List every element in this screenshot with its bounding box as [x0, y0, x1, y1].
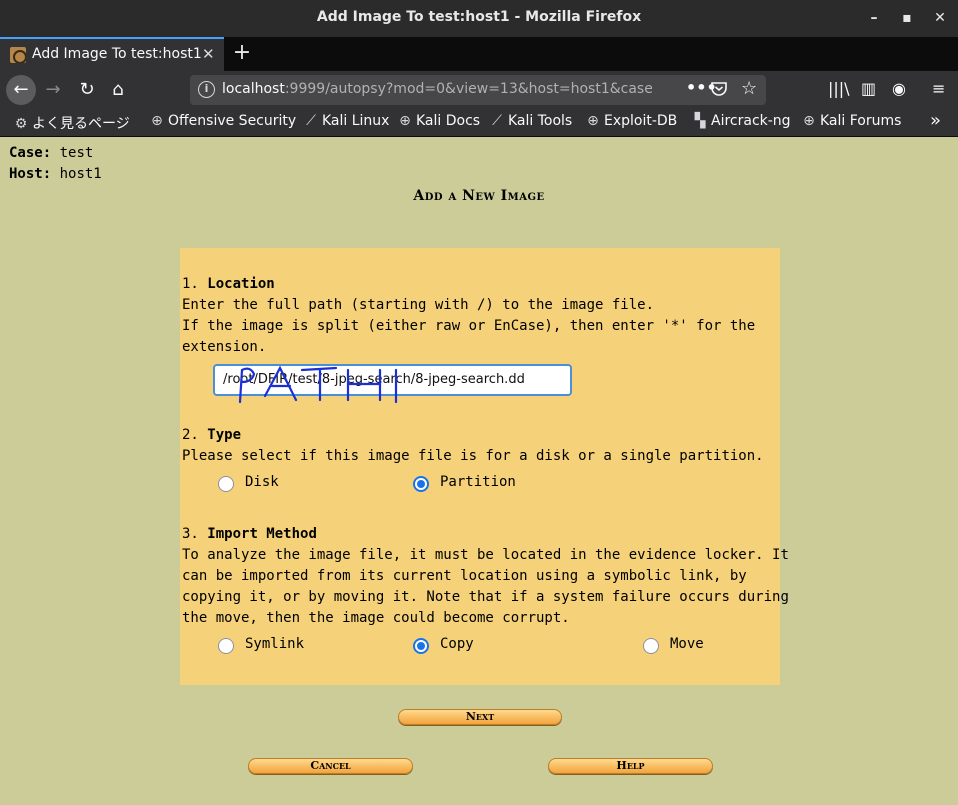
- add-image-form: 1. Location Enter the full path (startin…: [180, 248, 789, 685]
- page-content: Case: test Host: host1 Add a New Image 1…: [0, 137, 958, 805]
- section-number: 1.: [182, 276, 199, 292]
- home-button[interactable]: ⌂: [103, 75, 133, 105]
- url-text[interactable]: localhost:9999/autopsy?mod=0&view=13&hos…: [222, 81, 652, 97]
- type-desc: Please select if this image file is for …: [182, 448, 764, 464]
- bookmarks-overflow-button[interactable]: »: [930, 110, 941, 131]
- bookmark-label: Kali Linux: [322, 113, 390, 129]
- section-title: Location: [207, 276, 275, 292]
- location-desc-2: If the image is split (either raw or EnC…: [182, 318, 756, 334]
- navigation-bar: ← → ↻ ⌂ i localhost:9999/autopsy?mod=0&v…: [0, 71, 958, 108]
- library-icon[interactable]: |||\: [828, 79, 850, 98]
- image-path-input[interactable]: /root/DFIR/test/8-jpeg-search/8-jpeg-sea…: [213, 364, 572, 396]
- bookmark-item[interactable]: ⊕ Kali Docs: [398, 113, 480, 129]
- bookmark-item[interactable]: ⚙ よく見るページ: [14, 113, 130, 133]
- copy-radio[interactable]: [413, 638, 429, 654]
- gear-icon: ⚙: [14, 116, 28, 132]
- cancel-button[interactable]: Cancel: [248, 758, 413, 774]
- partition-radio[interactable]: [413, 476, 429, 492]
- bookmark-label: Kali Tools: [508, 113, 573, 129]
- bookmark-item[interactable]: ⊕ Exploit-DB: [586, 113, 677, 129]
- bookmark-label: Offensive Security: [168, 113, 297, 129]
- close-window-button[interactable]: ✕: [931, 9, 949, 27]
- section-number: 3.: [182, 526, 199, 542]
- url-path: :9999/autopsy?mod=0&view=13&host=host1&c…: [284, 81, 652, 97]
- forward-button[interactable]: →: [38, 75, 68, 105]
- copy-radio-label[interactable]: Copy: [440, 636, 474, 652]
- bookmark-item[interactable]: ⊕ Offensive Security: [150, 113, 296, 129]
- help-button[interactable]: Help: [548, 758, 713, 774]
- section-title: Import Method: [207, 526, 317, 542]
- bookmark-label: よく見るページ: [32, 116, 130, 132]
- import-desc-4: the move, then the image could become co…: [182, 610, 570, 626]
- type-heading: 2. Type: [182, 425, 241, 446]
- globe-icon: ⊕: [151, 113, 163, 129]
- section-title: Type: [207, 427, 242, 443]
- bookmark-label: Exploit-DB: [604, 113, 678, 129]
- pocket-icon[interactable]: [710, 80, 728, 98]
- location-desc-3: extension.: [182, 339, 267, 355]
- partition-radio-label[interactable]: Partition: [440, 474, 516, 490]
- aircrack-icon: ▚: [694, 113, 706, 129]
- minimize-button[interactable]: –: [865, 9, 883, 27]
- disk-radio[interactable]: [218, 476, 234, 492]
- reload-button[interactable]: ↻: [72, 75, 102, 105]
- bookmark-label: Kali Docs: [416, 113, 481, 129]
- symlink-radio[interactable]: [218, 638, 234, 654]
- import-desc-3: copying it, or by moving it. Note that i…: [182, 589, 789, 605]
- sidebar-icon[interactable]: ▥: [861, 79, 876, 98]
- new-tab-button[interactable]: +: [232, 40, 252, 65]
- location-heading: 1. Location: [182, 274, 275, 295]
- location-desc-1: Enter the full path (starting with /) to…: [182, 297, 655, 313]
- window-title: Add Image To test:host1 - Mozilla Firefo…: [316, 9, 642, 25]
- move-radio[interactable]: [643, 638, 659, 654]
- page-title: Add a New Image: [413, 188, 545, 204]
- tab-active[interactable]: Add Image To test:host1 ✕: [0, 37, 224, 71]
- globe-icon: ⊕: [803, 113, 815, 129]
- maximize-button[interactable]: ▪: [898, 9, 916, 27]
- import-heading: 3. Import Method: [182, 524, 317, 545]
- bookmark-item[interactable]: ▚ Aircrack-ng: [693, 113, 791, 129]
- disk-radio-label[interactable]: Disk: [245, 474, 279, 490]
- url-host: localhost: [222, 81, 285, 97]
- host-value: host1: [59, 166, 102, 182]
- case-value: test: [59, 145, 94, 161]
- back-button[interactable]: ←: [6, 75, 36, 105]
- bookmark-label: Aircrack-ng: [711, 113, 791, 129]
- globe-icon: ⊕: [399, 113, 411, 129]
- bookmark-item[interactable]: ⊕ Kali Forums: [802, 113, 901, 129]
- kali-dragon-icon: ⟋: [306, 113, 316, 129]
- tab-label: Add Image To test:host1: [32, 46, 202, 62]
- section-number: 2.: [182, 427, 199, 443]
- bookmark-star-icon[interactable]: ☆: [741, 78, 757, 99]
- bookmark-item[interactable]: ⟋ Kali Linux: [304, 113, 389, 129]
- bookmark-label: Kali Forums: [820, 113, 902, 129]
- import-desc-2: can be imported from its current locatio…: [182, 568, 747, 584]
- menu-icon[interactable]: ≡: [932, 79, 945, 98]
- case-label: Case:: [9, 145, 52, 161]
- globe-icon: ⊕: [587, 113, 599, 129]
- host-line: Host: host1: [9, 166, 102, 182]
- import-desc-1: To analyze the image file, it must be lo…: [182, 547, 789, 563]
- case-line: Case: test: [9, 145, 93, 161]
- autopsy-favicon-icon: [10, 47, 26, 63]
- kali-dragon-icon: ⟋: [492, 113, 502, 129]
- bookmark-item[interactable]: ⟋ Kali Tools: [490, 113, 572, 129]
- host-label: Host:: [9, 166, 52, 182]
- window-titlebar: Add Image To test:host1 - Mozilla Firefo…: [0, 0, 958, 37]
- next-button[interactable]: Next: [398, 709, 562, 725]
- tab-bar: Add Image To test:host1 ✕ +: [0, 37, 958, 71]
- info-icon[interactable]: i: [198, 81, 215, 98]
- url-bar[interactable]: i localhost:9999/autopsy?mod=0&view=13&h…: [190, 75, 766, 105]
- account-icon[interactable]: ◉: [892, 79, 906, 98]
- symlink-radio-label[interactable]: Symlink: [245, 636, 304, 652]
- bookmarks-toolbar: ⚙ よく見るページ ⊕ Offensive Security ⟋ Kali Linux…: [0, 108, 958, 137]
- tab-close-icon[interactable]: ✕: [202, 45, 215, 63]
- move-radio-label[interactable]: Move: [670, 636, 704, 652]
